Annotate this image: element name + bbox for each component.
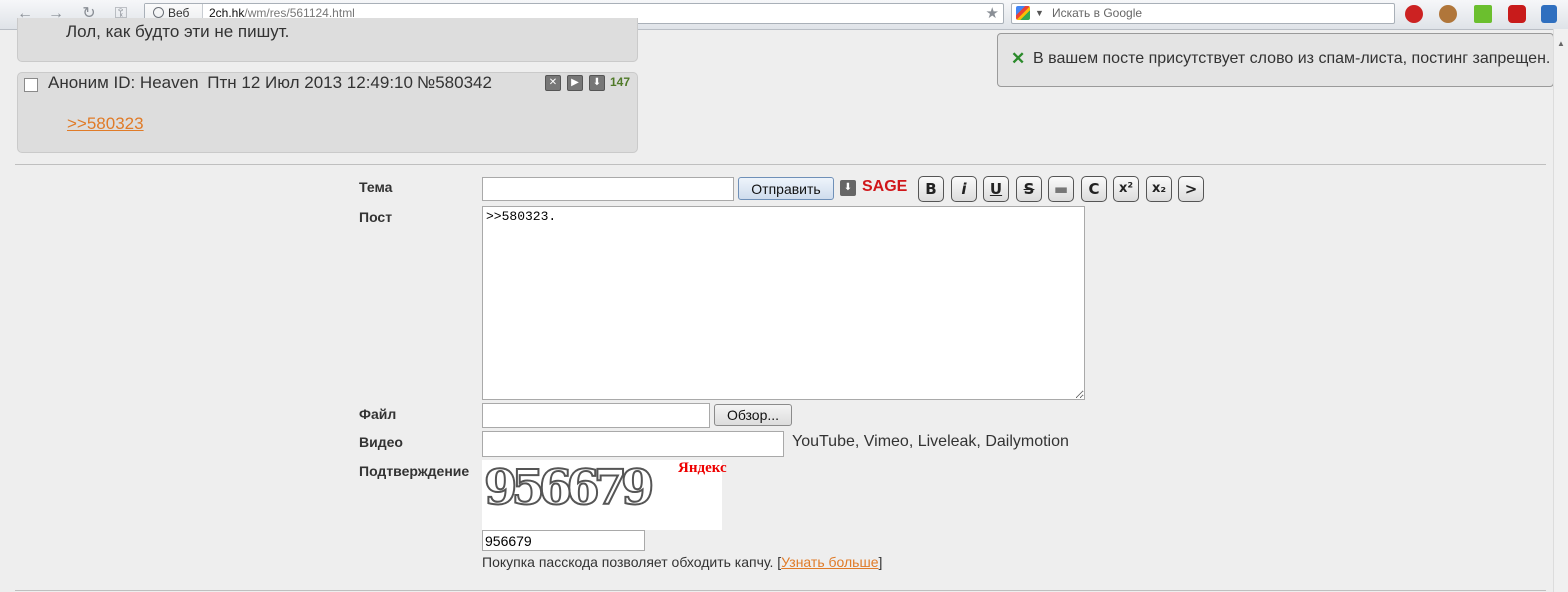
post-author: Аноним ID: Heaven <box>48 73 199 92</box>
download-extension-icon[interactable] <box>1474 5 1492 23</box>
video-hint: YouTube, Vimeo, Liveleak, Dailymotion <box>792 433 1069 450</box>
reply-link[interactable]: >>580323 <box>67 114 144 134</box>
expand-post-icon[interactable]: ▶ <box>567 75 583 91</box>
bold-button[interactable]: B <box>918 176 944 202</box>
download-post-icon[interactable]: ⬇ <box>589 75 605 91</box>
video-input[interactable] <box>482 431 784 457</box>
post-header: Аноним ID: Heaven Птн 12 Июл 2013 12:49:… <box>48 73 496 93</box>
bookmark-star-icon[interactable]: ★ <box>986 4 999 23</box>
subscript-button[interactable]: x₂ <box>1146 176 1172 202</box>
reply-post: Аноним ID: Heaven Птн 12 Июл 2013 12:49:… <box>17 72 638 153</box>
post-textarea[interactable]: >>580323. <box>482 206 1085 400</box>
search-dropdown-icon[interactable]: ▼ <box>1035 4 1044 23</box>
previous-reply-text: Лол, как будто эти не пишут. <box>66 22 290 41</box>
post-date: Птн 12 Июл 2013 12:49:10 <box>207 73 413 92</box>
passcode-end: ] <box>878 554 883 570</box>
yandex-logo-text: Яндекс <box>678 460 727 476</box>
monkey-extension-icon[interactable] <box>1439 5 1457 23</box>
passcode-learn-more-link[interactable]: Узнать больше <box>781 554 878 570</box>
scroll-up-icon[interactable]: ▲ <box>1557 39 1565 48</box>
code-button[interactable]: C <box>1081 176 1107 202</box>
close-icon[interactable]: ✕ <box>1011 49 1025 69</box>
adblock-extension-icon[interactable] <box>1405 5 1423 23</box>
italic-button[interactable]: i <box>951 176 977 202</box>
quote-button[interactable]: > <box>1178 176 1204 202</box>
browse-button[interactable]: Обзор... <box>714 404 792 426</box>
spoiler-button[interactable]: ▬ <box>1048 176 1074 202</box>
subject-input[interactable] <box>482 177 734 201</box>
divider-bottom <box>15 590 1546 591</box>
sage-label[interactable]: SAGE <box>862 178 907 196</box>
divider-top <box>15 164 1546 165</box>
search-placeholder: Искать в Google <box>1052 6 1143 20</box>
post-count: 147 <box>610 75 631 89</box>
file-label: Файл <box>359 406 397 422</box>
post-number[interactable]: №580342 <box>417 73 492 92</box>
captcha-image[interactable]: 956679 Яндекс <box>482 459 727 530</box>
hide-post-icon[interactable]: ✕ <box>545 75 561 91</box>
sage-arrow-icon[interactable]: ⬇ <box>840 180 856 196</box>
spam-error-toast: ✕ В вашем посте присутствует слово из сп… <box>997 33 1554 87</box>
abp-extension-icon[interactable] <box>1508 5 1526 23</box>
submit-button[interactable]: Отправить <box>738 177 834 200</box>
toast-message: В вашем посте присутствует слово из спам… <box>1033 50 1551 67</box>
yandex-logo: Яндекс <box>678 460 727 477</box>
superscript-button[interactable]: x² <box>1113 176 1139 202</box>
ghostery-extension-icon[interactable] <box>1541 5 1557 23</box>
post-select-checkbox[interactable] <box>24 78 38 92</box>
passcode-note: Покупка пасскода позволяет обходить капч… <box>482 554 882 570</box>
underline-button[interactable]: U <box>983 176 1009 202</box>
subject-label: Тема <box>359 179 393 195</box>
video-label: Видео <box>359 434 403 450</box>
strike-button[interactable]: S <box>1016 176 1042 202</box>
captcha-input[interactable] <box>482 530 645 551</box>
search-box[interactable]: ▼ Искать в Google <box>1011 3 1395 24</box>
page-scrollbar[interactable]: ▲ <box>1553 29 1568 592</box>
passcode-text: Покупка пасскода позволяет обходить капч… <box>482 554 782 570</box>
post-label: Пост <box>359 209 393 225</box>
file-input[interactable] <box>482 403 710 428</box>
globe-icon <box>153 7 164 18</box>
captcha-label: Подтверждение <box>359 463 470 479</box>
captcha-digits: 956679 <box>483 459 655 517</box>
google-icon[interactable] <box>1016 6 1030 20</box>
previous-reply: Лол, как будто эти не пишут. <box>17 18 638 62</box>
